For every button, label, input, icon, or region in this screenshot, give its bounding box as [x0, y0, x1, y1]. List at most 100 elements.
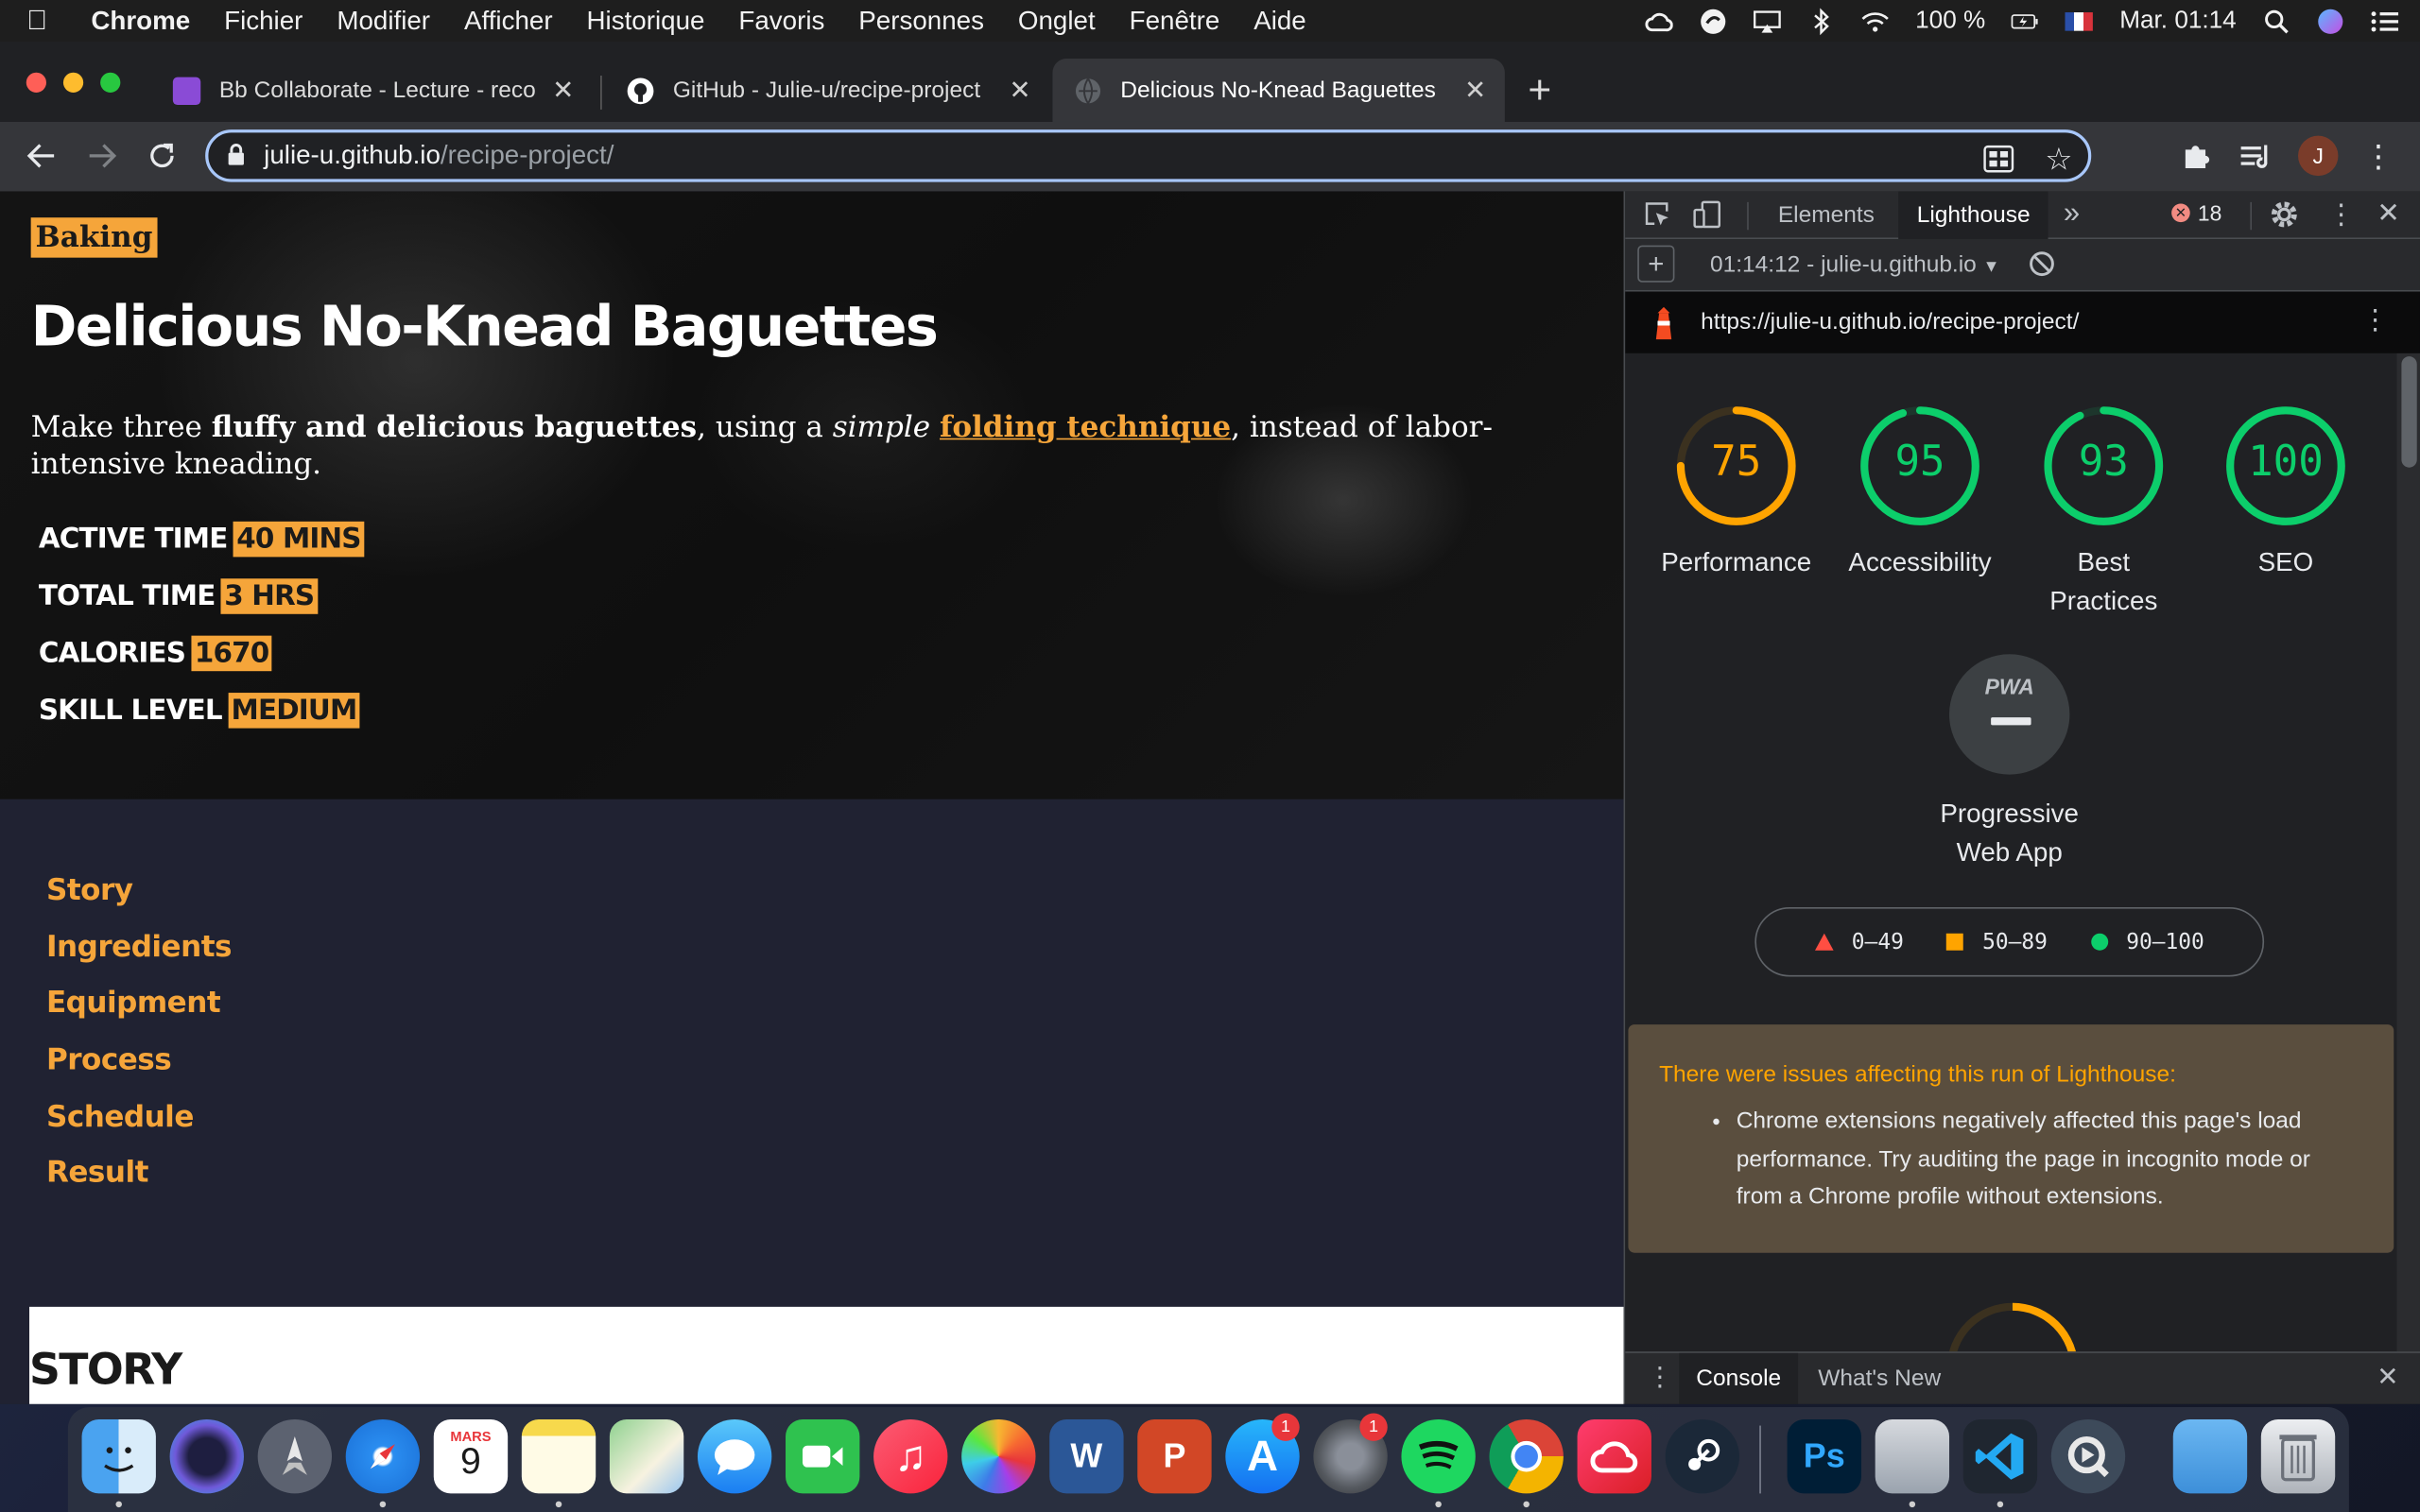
menu-people[interactable]: Personnes [841, 6, 1001, 37]
gauge-accessibility[interactable]: 95 Accessibility [1835, 404, 2005, 582]
creative-cloud-dock-icon[interactable] [1577, 1419, 1651, 1494]
siri-icon[interactable] [2317, 7, 2344, 34]
tab-recipe-active[interactable]: Delicious No-Knead Baguettes ✕ [1052, 59, 1505, 122]
toc-link-schedule[interactable]: Schedule [46, 1100, 232, 1157]
bookmark-star-icon[interactable]: ☆ [2045, 141, 2072, 180]
error-counter[interactable]: ✕ 18 [2171, 200, 2221, 225]
window-zoom-button[interactable] [100, 72, 121, 93]
input-source-flag-icon[interactable] [2066, 11, 2094, 30]
wifi-icon[interactable] [1861, 7, 1889, 34]
toc-link-story[interactable]: Story [46, 873, 232, 930]
tab-close-icon[interactable]: ✕ [1464, 75, 1486, 106]
menu-app-name[interactable]: Chrome [74, 6, 207, 37]
menu-edit[interactable]: Modifier [320, 6, 447, 37]
messages-icon[interactable] [697, 1419, 772, 1494]
devtools-tab-elements[interactable]: Elements [1778, 191, 1875, 239]
gauge-performance[interactable]: 75 Performance [1651, 404, 1822, 582]
drawer-close-icon[interactable]: ✕ [2377, 1363, 2398, 1394]
tab-blackboard-collaborate[interactable]: Bb Collaborate - Lecture - reco ✕ [130, 59, 593, 122]
calendar-icon[interactable]: MARS 9 [433, 1419, 509, 1494]
profile-avatar[interactable]: J [2298, 135, 2339, 177]
photoshop-icon[interactable]: Ps [1787, 1419, 1861, 1494]
bluetooth-icon[interactable] [1807, 7, 1835, 35]
tab-close-icon[interactable]: ✕ [552, 75, 574, 106]
report-menu-kebab-icon[interactable]: ⋮ [2361, 304, 2389, 336]
toc-link-process[interactable]: Process [46, 1043, 232, 1100]
drawer-menu-kebab-icon[interactable]: ⋮ [1647, 1363, 1673, 1394]
chrome-menu-kebab-icon[interactable]: ⋮ [2357, 134, 2400, 178]
spotlight-search-icon[interactable] [2262, 7, 2290, 34]
menu-clock[interactable]: Mar. 01:14 [2119, 7, 2236, 34]
audited-url[interactable]: https://julie-u.github.io/recipe-project… [1701, 309, 2079, 335]
steam-icon[interactable] [1665, 1419, 1739, 1494]
settings-gear-icon[interactable] [2269, 199, 2300, 238]
apple-menu-icon[interactable]:  [0, 5, 74, 37]
extensions-puzzle-icon[interactable] [2174, 134, 2218, 178]
sync-icon[interactable] [1700, 7, 1727, 34]
devtools-tab-lighthouse[interactable]: Lighthouse [1898, 191, 2049, 240]
toc-link-ingredients[interactable]: Ingredients [46, 930, 233, 987]
back-button[interactable] [20, 134, 63, 178]
photos-icon[interactable] [961, 1419, 1036, 1494]
forward-button[interactable] [80, 134, 124, 178]
window-close-button[interactable] [26, 72, 46, 93]
vscode-icon[interactable] [1962, 1419, 2038, 1494]
trash-icon[interactable] [2260, 1419, 2336, 1494]
new-tab-button[interactable]: + [1528, 69, 1551, 109]
new-report-plus-icon[interactable]: + [1637, 245, 1675, 283]
tab-github[interactable]: GitHub - Julie-u/recipe-project ✕ [583, 59, 1049, 122]
devtools-close-icon[interactable]: ✕ [2377, 198, 2400, 230]
toc-link-equipment[interactable]: Equipment [46, 987, 232, 1043]
music-icon[interactable]: ♫ [873, 1419, 948, 1494]
creative-cloud-icon[interactable] [1645, 7, 1673, 34]
inspect-element-icon[interactable] [1644, 200, 1671, 236]
word-icon[interactable]: W [1049, 1419, 1124, 1494]
quicktime-icon[interactable] [2050, 1419, 2126, 1494]
facetime-icon[interactable] [786, 1419, 860, 1494]
siri-dock-icon[interactable] [169, 1419, 244, 1494]
preview-icon[interactable] [1875, 1419, 1950, 1494]
launchpad-icon[interactable] [257, 1419, 333, 1494]
tab-close-icon[interactable]: ✕ [1009, 75, 1030, 106]
gauge-seo[interactable]: 100 SEO [2201, 404, 2371, 582]
gauge-pwa[interactable]: PWA Progressive Web App [1925, 654, 2095, 871]
airplay-icon[interactable] [1754, 7, 1781, 34]
gauge-best-practices[interactable]: 93 Best Practices [2019, 404, 2189, 621]
running-indicator [1909, 1501, 1916, 1508]
notification-center-icon[interactable] [2371, 7, 2399, 34]
menu-bookmarks[interactable]: Favoris [721, 6, 841, 37]
menu-view[interactable]: Afficher [447, 6, 570, 37]
folding-technique-link[interactable]: folding technique [940, 410, 1231, 444]
address-bar[interactable]: julie-u.github.io/recipe-project/ ☆ [205, 129, 2092, 182]
qr-code-icon[interactable] [1983, 145, 2014, 180]
powerpoint-icon[interactable]: P [1137, 1419, 1212, 1494]
clear-reports-icon[interactable] [2028, 249, 2055, 285]
lock-icon[interactable] [227, 143, 246, 169]
report-select-label: 01:14:12 - julie-u.github.io [1709, 251, 1977, 278]
chrome-dock-icon[interactable] [1489, 1419, 1564, 1494]
more-tabs-chevron-icon[interactable]: » [2064, 198, 2080, 232]
spotify-icon[interactable] [1401, 1419, 1476, 1494]
window-minimize-button[interactable] [62, 72, 84, 93]
menu-tab[interactable]: Onglet [1001, 6, 1113, 37]
report-select[interactable]: 01:14:12 - julie-u.github.io ▼ [1710, 251, 1999, 278]
devtools-menu-kebab-icon[interactable]: ⋮ [2327, 199, 2355, 232]
menu-file[interactable]: Fichier [207, 6, 320, 37]
menu-window[interactable]: Fenêtre [1113, 6, 1237, 37]
toc-link-result[interactable]: Result [46, 1157, 232, 1213]
finder-icon[interactable] [81, 1419, 156, 1494]
notes-icon[interactable] [521, 1419, 596, 1494]
menu-history[interactable]: Historique [570, 6, 722, 37]
drawer-tab-console[interactable]: Console [1679, 1352, 1799, 1404]
menu-help[interactable]: Aide [1236, 6, 1322, 37]
safari-icon[interactable] [345, 1419, 421, 1494]
scrollbar-thumb[interactable] [2401, 356, 2417, 468]
reload-button[interactable] [141, 134, 184, 178]
media-queue-icon[interactable] [2235, 134, 2278, 178]
report-scrollbar[interactable] [2396, 352, 2420, 1352]
downloads-folder-icon[interactable] [2172, 1419, 2248, 1494]
battery-charging-icon[interactable] [2012, 7, 2039, 34]
maps-icon[interactable] [609, 1419, 684, 1494]
drawer-tab-whats-new[interactable]: What's New [1818, 1353, 1941, 1404]
device-toolbar-icon[interactable] [1693, 200, 1724, 236]
